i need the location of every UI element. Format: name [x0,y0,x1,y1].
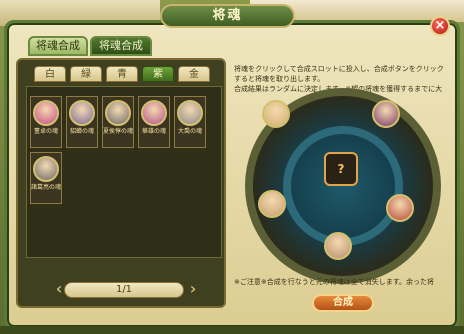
synthesis-slot[interactable] [372,100,400,128]
soul-portrait [69,100,95,126]
soul-card[interactable]: 諸葛亮の魂 [30,152,62,204]
soul-portrait [33,100,59,126]
synthesis-slot[interactable] [324,232,352,260]
soul-card-name: 夏侯惇の魂 [103,128,134,135]
subtab-white[interactable]: 白 [34,66,66,82]
synthesis-ring [283,126,403,246]
subtab-gold[interactable]: 金 [178,66,210,82]
tab-soul-synthesis-2[interactable]: 将魂合成 [90,36,152,56]
instructions-line-1: 将魂をクリックして合成スロットに投入し、合成ボタンをクリックすると将魂を取り出し… [234,65,444,83]
subtab-blue[interactable]: 青 [106,66,138,82]
synthesis-notice: ※ご注意※合成を行なうと元の将魂は全て消失します。余った将 [234,278,435,286]
subtab-purple[interactable]: 紫 [142,66,174,82]
soul-card[interactable]: 華雄の魂 [138,96,170,148]
subtab-green[interactable]: 緑 [70,66,102,82]
combine-button[interactable]: 合成 [312,294,374,312]
synthesis-slot[interactable] [258,190,286,218]
close-button[interactable]: × [430,16,450,36]
synthesis-slot[interactable] [386,194,414,222]
soul-portrait [105,100,131,126]
soul-card-name: 諸葛亮の魂 [31,184,62,191]
synthesis-slot[interactable] [262,100,290,128]
bottom-bar [0,326,464,334]
soul-card-name: 貂蝉の魂 [69,128,94,135]
window-title: 将魂 [160,4,295,28]
soul-card-name: 大喬の魂 [177,128,202,135]
soul-portrait [177,100,203,126]
soul-card[interactable]: 貂蝉の魂 [66,96,98,148]
pager-indicator: 1/1 [64,282,184,298]
soul-card[interactable]: 董卓の魂 [30,96,62,148]
soul-card[interactable]: 大喬の魂 [174,96,206,148]
soul-portrait [33,156,59,182]
soul-card-name: 董卓の魂 [33,128,58,135]
soul-card-name: 華雄の魂 [141,128,166,135]
result-slot: ? [324,152,358,186]
pager-next-button[interactable]: › [186,280,200,298]
soul-card[interactable]: 夏侯惇の魂 [102,96,134,148]
tab-soul-synthesis-1[interactable]: 将魂合成 [28,36,88,56]
soul-portrait [141,100,167,126]
